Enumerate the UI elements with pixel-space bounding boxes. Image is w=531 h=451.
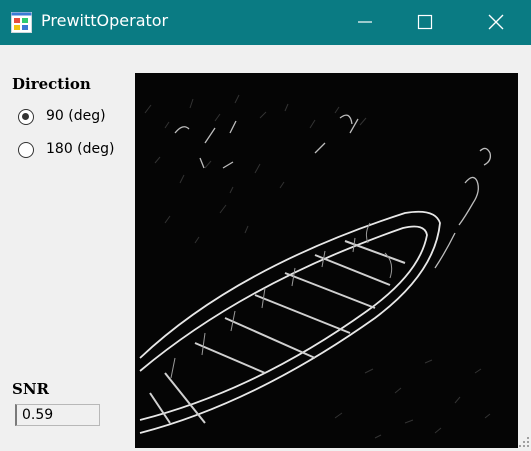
snr-label: SNR: [12, 380, 50, 398]
window-title: PrewittOperator: [41, 11, 169, 30]
title-bar[interactable]: PrewittOperator: [0, 0, 531, 45]
maximize-icon: [417, 14, 433, 30]
close-button[interactable]: [473, 0, 519, 45]
radio-label-90[interactable]: 90 (deg): [46, 108, 106, 124]
direction-label: Direction: [12, 75, 91, 93]
resize-grip-icon[interactable]: [518, 436, 530, 448]
close-icon: [488, 14, 504, 30]
radio-90-deg[interactable]: 90 (deg): [18, 108, 128, 128]
radio-button-checked-icon[interactable]: [18, 109, 34, 125]
minimize-button[interactable]: [342, 0, 388, 45]
radio-button-unchecked-icon[interactable]: [18, 142, 34, 158]
snr-value-field[interactable]: 0.59: [15, 404, 100, 426]
app-window-icon[interactable]: [11, 12, 32, 33]
snr-value: 0.59: [22, 407, 54, 423]
maximize-button[interactable]: [402, 0, 448, 45]
radio-180-deg[interactable]: 180 (deg): [18, 141, 128, 161]
minimize-icon: [358, 21, 372, 23]
edge-detected-image: [135, 73, 518, 448]
edge-detected-boat-image: [135, 73, 518, 448]
radio-label-180[interactable]: 180 (deg): [46, 141, 114, 157]
